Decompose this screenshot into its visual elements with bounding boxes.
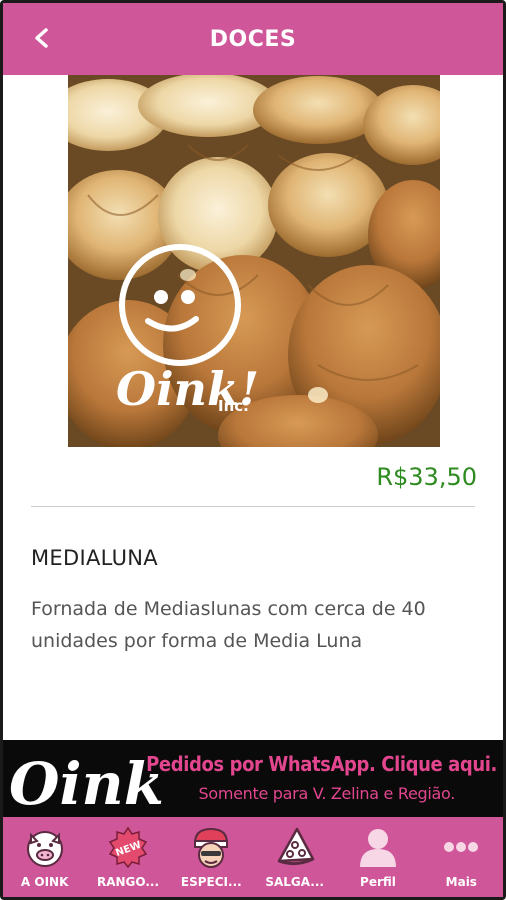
product-image: Oink! Inc. [68,75,440,447]
product-name: MEDIALUNA [31,546,158,570]
tab-salgados[interactable]: SALGA... [253,817,336,897]
divider [31,506,475,507]
tab-a-oink[interactable]: A OINK [3,817,86,897]
tab-label: SALGA... [265,875,324,889]
user-icon [359,829,396,867]
oink-logo: Oink! [9,750,167,816]
tab-label: RANGO... [96,875,160,889]
pig-icon [26,831,63,867]
top-bar: DOCES [3,3,503,75]
product-description: Fornada de Mediaslunas com cerca de 40 u… [31,598,426,652]
tab-perfil[interactable]: Perfil [336,817,419,897]
tab-label: A OINK [20,875,69,889]
back-button[interactable] [25,21,59,55]
tab-mais[interactable]: Mais [420,817,503,897]
banner-subtext: Somente para V. Zelina e Região. [198,784,455,803]
whatsapp-banner[interactable]: Oink! Pedidos por WhatsApp. Clique aqui.… [3,740,503,817]
banner-headline: Pedidos por WhatsApp. Clique aqui. [146,752,497,776]
new-badge-icon: NEW [108,826,148,869]
product-price: R$33,50 [376,463,477,491]
page-title: DOCES [209,26,297,52]
more-dots-icon [444,842,479,852]
tab-especiais[interactable]: ESPECI... [170,817,253,897]
tab-label: Perfil [360,875,396,889]
tab-label: ESPECI... [180,875,242,889]
pizza-slice-icon [277,827,314,866]
tab-label: Mais [445,875,477,889]
chef-icon [194,827,229,868]
tab-rango[interactable]: NEW RANGO... [86,817,169,897]
svg-text:Inc.: Inc. [218,397,249,415]
chevron-left-icon [35,28,48,48]
bottom-tab-bar: A OINK NEW RANGO... ESPECI... SALGA... P… [3,817,503,897]
svg-text:Oink!: Oink! [9,750,167,816]
app-window: DOCES Oink! Inc. R$33,50 MEDIALUNA Forna… [0,0,506,900]
